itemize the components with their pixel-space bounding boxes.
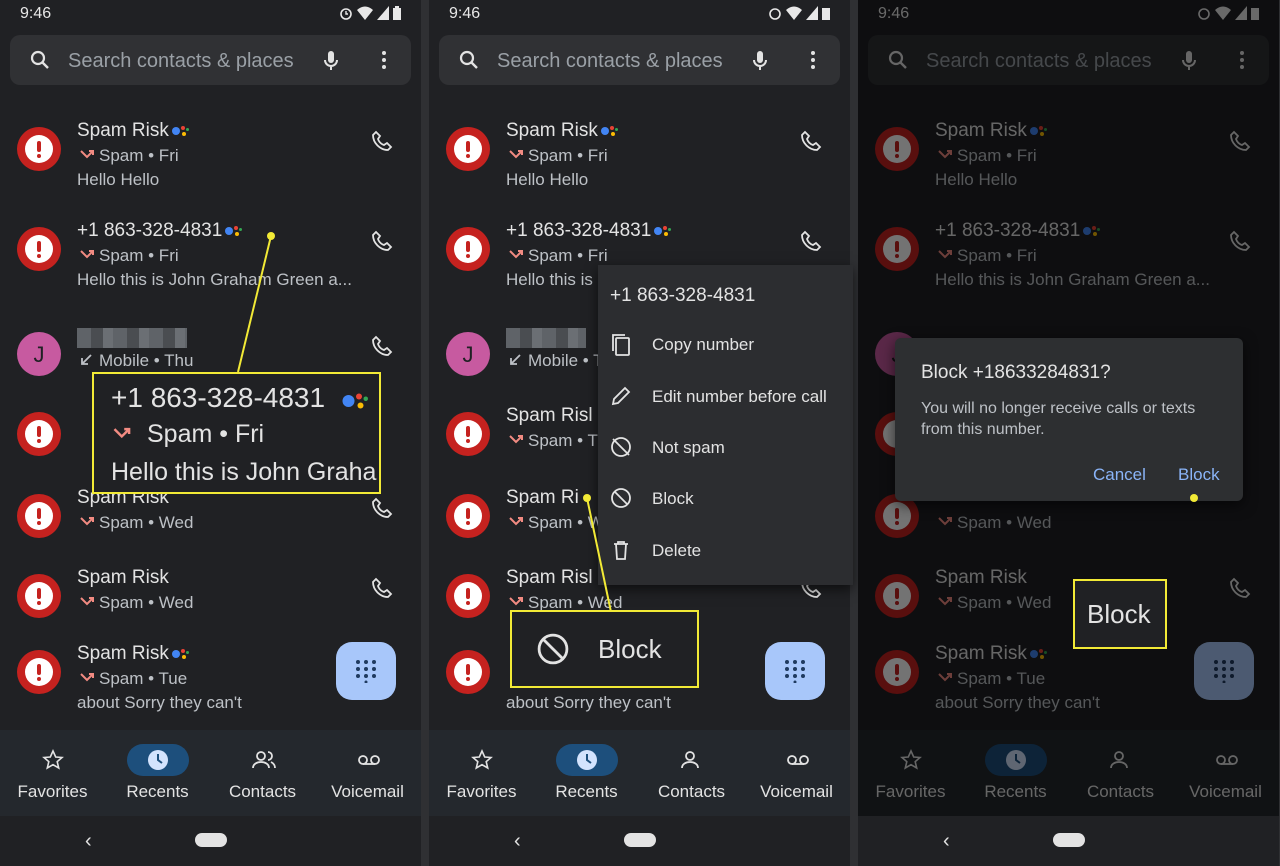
missed-call-icon bbox=[509, 150, 523, 159]
call-transcript: Hello this is bbox=[506, 270, 593, 289]
missed-call-icon bbox=[509, 250, 523, 259]
alarm-icon bbox=[769, 8, 781, 20]
callout-dot bbox=[267, 232, 275, 240]
callout-block-label: Block bbox=[1087, 599, 1151, 629]
battery-icon bbox=[822, 8, 830, 20]
callout-dot bbox=[1190, 494, 1198, 502]
mic-icon[interactable] bbox=[752, 50, 768, 72]
search-input[interactable]: Search contacts & places bbox=[497, 50, 723, 73]
dialpad-icon bbox=[785, 660, 805, 683]
status-icons bbox=[768, 6, 830, 20]
trash-icon bbox=[614, 541, 628, 560]
star-icon bbox=[471, 749, 493, 770]
callout-transcript: Hello this is John Graha bbox=[111, 458, 377, 486]
call-context-menu: +1 863-328-4831 Copy number Edit number … bbox=[598, 265, 853, 585]
zoom-callout: +1 863-328-4831 Spam • Fri Hello this is… bbox=[92, 372, 381, 494]
spam-warning-icon bbox=[446, 127, 490, 171]
incoming-call-icon bbox=[510, 354, 521, 365]
caller-name: Spam Risl bbox=[506, 405, 593, 426]
caller-name: Spam Ri bbox=[506, 487, 579, 508]
call-detail: Spam • Fri bbox=[528, 146, 608, 165]
search-bar[interactable]: Search contacts & places bbox=[439, 35, 840, 85]
missed-call-icon bbox=[113, 427, 131, 439]
block-confirm-callout: Block bbox=[1073, 579, 1167, 649]
phone-screen-recents: 9:46 Search contacts & places Spam Risk … bbox=[0, 0, 421, 866]
callout-detail: Spam • Fri bbox=[147, 420, 265, 448]
menu-item-delete[interactable]: Delete bbox=[598, 531, 853, 571]
menu-item-edit-number[interactable]: Edit number before call bbox=[598, 377, 853, 417]
menu-item-copy-number[interactable]: Copy number bbox=[598, 325, 853, 365]
pencil-icon bbox=[611, 386, 631, 406]
spam-warning-icon bbox=[446, 494, 490, 538]
bottom-nav: Favorites Recents Contacts Voicemail bbox=[429, 730, 850, 816]
callout-block-label: Block bbox=[598, 634, 662, 664]
call-icon[interactable] bbox=[800, 130, 822, 152]
assistant-icon bbox=[600, 124, 619, 138]
missed-call-icon bbox=[509, 435, 523, 444]
system-nav-bar: ‹ bbox=[429, 816, 850, 866]
clock-icon bbox=[577, 750, 597, 770]
not-spam-icon bbox=[611, 437, 631, 457]
copy-icon bbox=[612, 334, 630, 356]
dialog-message: You will no longer receive calls or text… bbox=[921, 400, 1196, 438]
block-icon bbox=[537, 633, 569, 665]
status-time: 9:46 bbox=[449, 5, 481, 22]
call-transcript: about Sorry they can't bbox=[506, 693, 671, 712]
wifi-icon bbox=[786, 6, 802, 20]
home-pill[interactable] bbox=[624, 833, 656, 847]
confirm-block-button[interactable]: Block bbox=[1178, 465, 1220, 485]
search-icon bbox=[459, 50, 478, 69]
back-icon[interactable]: ‹ bbox=[943, 830, 950, 853]
menu-item-not-spam[interactable]: Not spam bbox=[598, 428, 853, 468]
status-bar: 9:46 bbox=[429, 0, 850, 28]
dialpad-button[interactable] bbox=[765, 642, 825, 700]
back-icon[interactable]: ‹ bbox=[514, 830, 521, 853]
system-nav-bar: ‹ bbox=[858, 816, 1279, 866]
block-icon bbox=[611, 488, 631, 508]
spam-warning-icon bbox=[446, 227, 490, 271]
signal-icon bbox=[806, 6, 818, 20]
nav-voicemail[interactable]: Voicemail bbox=[744, 730, 849, 816]
nav-favorites[interactable]: Favorites bbox=[429, 730, 534, 816]
caller-name: Spam Risk bbox=[506, 120, 598, 141]
call-transcript: Hello Hello bbox=[506, 170, 589, 189]
callout-number: +1 863-328-4831 bbox=[111, 382, 326, 413]
dialog-title: Block +18633284831? bbox=[921, 362, 1111, 383]
callout-dot bbox=[583, 494, 591, 502]
call-list-item[interactable]: Spam Risk Spam • Fri Hello Hello bbox=[429, 120, 850, 210]
redacted-name bbox=[506, 327, 586, 348]
menu-item-block[interactable]: Block bbox=[598, 479, 853, 519]
call-icon[interactable] bbox=[800, 230, 822, 252]
assistant-icon bbox=[654, 224, 672, 238]
menu-header-number: +1 863-328-4831 bbox=[610, 285, 756, 306]
spam-warning-icon bbox=[446, 574, 490, 618]
call-detail: Spam • Fri bbox=[528, 246, 608, 265]
block-dialog: Block +18633284831? You will no longer r… bbox=[895, 338, 1243, 501]
people-icon bbox=[681, 751, 699, 769]
more-options-icon[interactable] bbox=[810, 50, 816, 70]
nav-recents[interactable]: Recents bbox=[534, 730, 639, 816]
block-zoom-callout: Block bbox=[510, 610, 699, 688]
contact-avatar: J bbox=[446, 332, 490, 376]
spam-warning-icon bbox=[446, 650, 490, 694]
missed-call-icon bbox=[509, 597, 523, 606]
home-pill[interactable] bbox=[1053, 833, 1085, 847]
nav-contacts[interactable]: Contacts bbox=[639, 730, 744, 816]
cancel-button[interactable]: Cancel bbox=[1093, 465, 1146, 485]
voicemail-icon bbox=[787, 755, 809, 765]
caller-name: Spam Risl bbox=[506, 567, 593, 588]
missed-call-icon bbox=[509, 517, 523, 526]
assistant-icon bbox=[342, 391, 370, 412]
spam-warning-icon bbox=[446, 412, 490, 456]
caller-name: +1 863-328-4831 bbox=[506, 220, 652, 241]
